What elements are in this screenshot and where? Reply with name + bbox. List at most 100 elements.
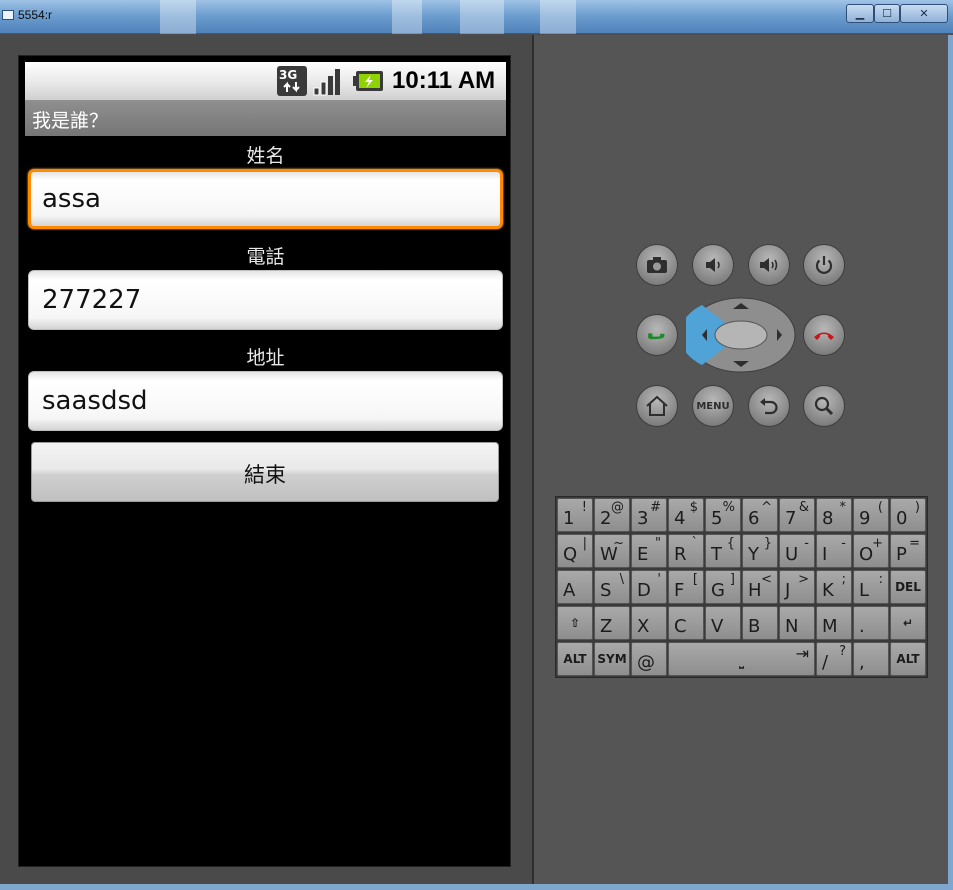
home-icon [646, 395, 668, 416]
phone-field[interactable]: 277227 [28, 270, 503, 330]
key-2-9[interactable]: DEL [890, 570, 926, 604]
key-1-9[interactable]: P = [890, 534, 926, 568]
key-3-7[interactable]: M [816, 606, 852, 640]
key-0-4[interactable]: 5% [705, 498, 741, 532]
key-2-0[interactable]: A [557, 570, 593, 604]
key-label: D [637, 580, 651, 601]
menu-button[interactable]: MENU [692, 385, 734, 427]
key-0-3[interactable]: 4 $ [668, 498, 704, 532]
name-field[interactable]: assa [28, 169, 503, 229]
key-sym[interactable]: SYM [594, 642, 630, 676]
key-1-0[interactable]: Q | [557, 534, 593, 568]
window-titlebar: 5554:r ▁ ☐ ✕ [0, 0, 953, 34]
key-shift-label: ^ [761, 500, 772, 515]
search-button[interactable] [803, 385, 845, 427]
home-button[interactable] [636, 385, 678, 427]
key-1-2[interactable]: E " [631, 534, 667, 568]
key-0-5[interactable]: 6 ^ [742, 498, 778, 532]
key-3-1[interactable]: Z [594, 606, 630, 640]
key-comma[interactable]: , [853, 642, 889, 676]
close-button[interactable]: ✕ [900, 4, 948, 23]
camera-button[interactable] [636, 244, 678, 286]
key-0-8[interactable]: 9( [853, 498, 889, 532]
end-button[interactable]: 結束 [31, 442, 499, 502]
key-alt-right[interactable]: ALT [890, 642, 926, 676]
key-question-label: ? [839, 644, 846, 659]
key-label: J [785, 580, 791, 601]
key-2-4[interactable]: G] [705, 570, 741, 604]
key-shift-label: & [798, 500, 809, 515]
key-shift-label: : [878, 572, 883, 587]
key-shift-label: ' [657, 572, 661, 587]
key-label: 1 [563, 508, 575, 529]
key-label: L [859, 580, 870, 601]
svg-text:3G: 3G [279, 68, 297, 82]
key-2-5[interactable]: H < [742, 570, 778, 604]
key-1-8[interactable]: O + [853, 534, 889, 568]
key-3-2[interactable]: X [631, 606, 667, 640]
key-0-0[interactable]: 1! [557, 498, 593, 532]
titlebar-glare [540, 0, 576, 34]
key-3-0[interactable]: ⇧ [557, 606, 593, 640]
key-3-9[interactable]: ↵ [890, 606, 926, 640]
key-0-2[interactable]: 3 # [631, 498, 667, 532]
key-alt-left[interactable]: ALT [557, 642, 593, 676]
key-3-8[interactable]: . [853, 606, 889, 640]
power-button[interactable] [803, 244, 845, 286]
key-label: R [674, 544, 687, 565]
titlebar-glare [460, 0, 504, 34]
key-label: . [859, 616, 865, 637]
key-label: N [785, 616, 799, 637]
key-2-6[interactable]: J > [779, 570, 815, 604]
back-button[interactable] [748, 385, 790, 427]
key-3-3[interactable]: C [668, 606, 704, 640]
key-2-8[interactable]: L: [853, 570, 889, 604]
key-1-6[interactable]: U- [779, 534, 815, 568]
key-2-1[interactable]: S \ [594, 570, 630, 604]
name-field-value: assa [42, 184, 101, 214]
address-label: 地址 [246, 347, 285, 369]
key-1-5[interactable]: Y} [742, 534, 778, 568]
key-at[interactable]: @ [631, 642, 667, 676]
dpad[interactable] [679, 297, 796, 373]
key-0-1[interactable]: 2 @ [594, 498, 630, 532]
key-3-5[interactable]: B [742, 606, 778, 640]
volume-up-button[interactable] [748, 244, 790, 286]
key-shift-label: } [763, 536, 772, 551]
key-label: 0 [896, 508, 908, 529]
key-3-6[interactable]: N [779, 606, 815, 640]
end-call-button[interactable] [803, 314, 845, 356]
key-shift-label: - [841, 536, 846, 551]
window-border-right [948, 35, 953, 890]
key-0-9[interactable]: 0) [890, 498, 926, 532]
back-icon [760, 398, 778, 415]
key-space[interactable]: ⇥ ⎵ [668, 642, 815, 676]
hardware-keyboard: 1! 2 @3 #4 $5% 6 ^ 7 & 8 * 9(0) Q | W ~ E " R ` T{Y} U - I - O + P =… [555, 496, 928, 678]
key-2-7[interactable]: K; [816, 570, 852, 604]
close-icon: ✕ [919, 7, 929, 20]
key-3-4[interactable]: V [705, 606, 741, 640]
key-shift-label: ` [691, 536, 699, 551]
key-1-4[interactable]: T{ [705, 534, 741, 568]
key-2-3[interactable]: F[ [668, 570, 704, 604]
volume-up-icon [760, 258, 778, 272]
key-label: 4 [674, 508, 686, 529]
key-shift-label: $ [689, 500, 698, 515]
key-shift-label: ) [914, 500, 920, 515]
key-1-3[interactable]: R ` [668, 534, 704, 568]
key-shift-label: { [726, 536, 735, 551]
minimize-button[interactable]: ▁ [846, 4, 874, 23]
key-2-2[interactable]: D ' [631, 570, 667, 604]
key-shift-label: " [655, 536, 661, 551]
phone-label: 電話 [246, 246, 285, 268]
key-1-1[interactable]: W ~ [594, 534, 630, 568]
volume-down-button[interactable] [692, 244, 734, 286]
key-label: 5 [711, 508, 723, 529]
call-button[interactable] [636, 314, 678, 356]
key-slash[interactable]: / ? [816, 642, 852, 676]
key-1-7[interactable]: I- [816, 534, 852, 568]
key-0-7[interactable]: 8 * [816, 498, 852, 532]
address-field[interactable]: saasdsd [28, 371, 503, 431]
maximize-button[interactable]: ☐ [874, 4, 900, 23]
key-0-6[interactable]: 7 & [779, 498, 815, 532]
